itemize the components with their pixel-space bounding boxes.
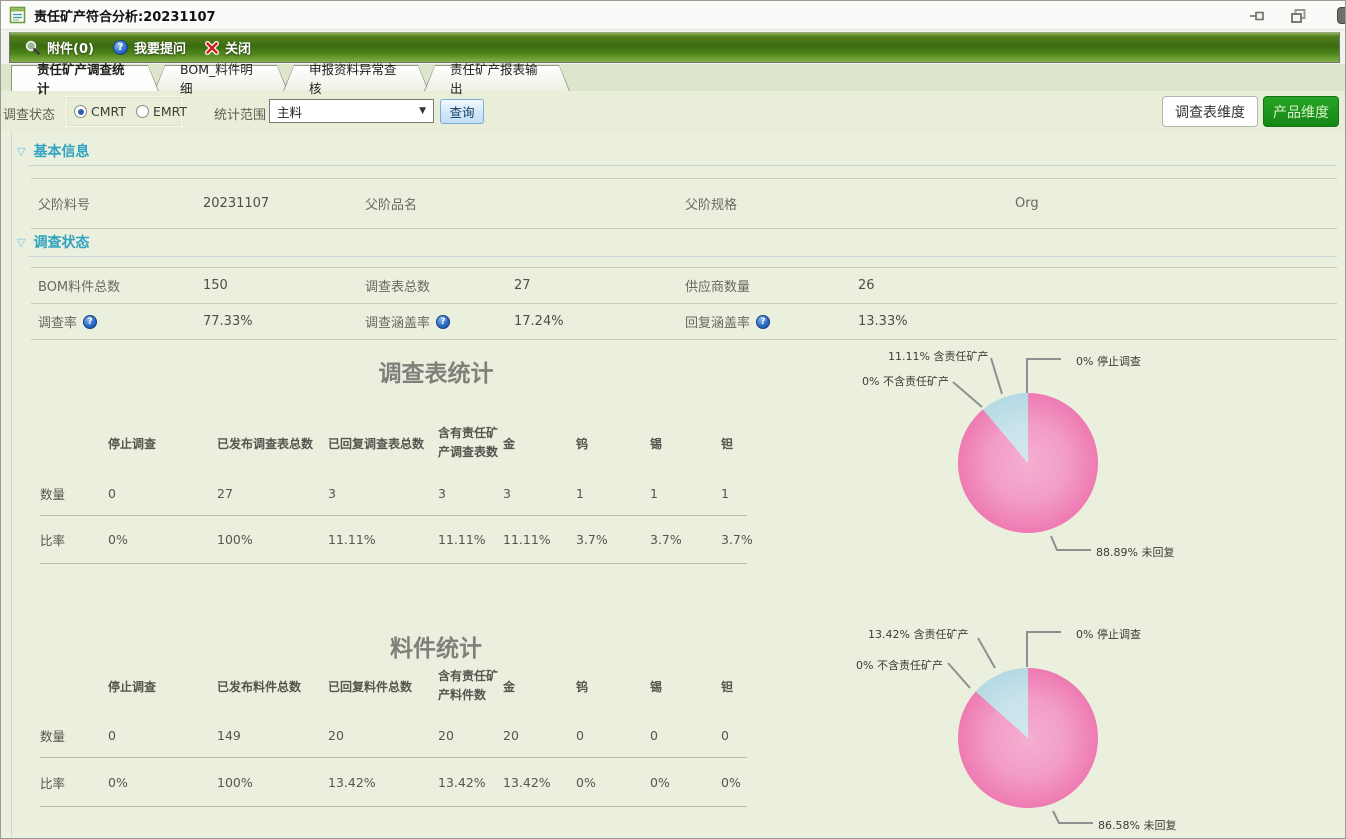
close-x-icon xyxy=(205,41,219,55)
pie-label-not-contain: 0% 不含责任矿产 xyxy=(856,657,943,673)
parent-pn-label: 父阶料号 xyxy=(38,194,203,213)
material-table: 停止调查 已发布料件总数 已回复料件总数 含有责任矿产料件数 金 钨 锡 钽 数… xyxy=(40,658,747,807)
table-row: 比率 0% 100% 13.42% 13.42% 13.42% 0% 0% 0% xyxy=(40,758,747,807)
scope-label: 统计范围 xyxy=(214,104,266,123)
magnifier-icon xyxy=(25,40,41,56)
help-icon[interactable]: ? xyxy=(83,315,97,329)
chevron-down-icon: ▼ xyxy=(419,106,426,116)
pie-label-not-contain: 0% 不含责任矿产 xyxy=(862,373,949,389)
org-label: Org xyxy=(1015,196,1337,211)
pie-chart-svg xyxy=(856,619,1341,838)
radio-dot-cmrt xyxy=(74,105,87,118)
tab-bar: 责任矿产调查统计 BOM_料件明细 申报资料异常查核 责任矿产报表输出 xyxy=(1,64,1345,91)
pie-label-stopped: 0% 停止调查 xyxy=(1076,353,1141,369)
tab-report-output[interactable]: 责任矿产报表输出 xyxy=(424,65,570,91)
divider xyxy=(29,256,1337,257)
status-radio-group: CMRT EMRT xyxy=(66,96,182,127)
survey-pie-chart: 11.11% 含责任矿产 0% 不含责任矿产 0% 停止调查 88.89% 未回… xyxy=(856,346,1341,576)
titlebar: 责任矿产符合分析:20231107 xyxy=(1,1,1345,30)
pin-icon xyxy=(1250,10,1266,22)
window-title: 责任矿产符合分析:20231107 xyxy=(34,6,216,25)
close-window-button[interactable] xyxy=(1337,7,1346,24)
collapse-arrow-icon[interactable]: ▽ xyxy=(17,145,25,158)
table-row: 数量 0 27 3 3 3 1 1 1 xyxy=(40,472,747,516)
restore-icon xyxy=(1291,9,1306,23)
window-controls xyxy=(1247,1,1345,30)
product-dimension-button[interactable]: 产品维度 xyxy=(1263,96,1339,127)
pie-label-contain: 11.11% 含责任矿产 xyxy=(888,348,988,364)
survey-dimension-button[interactable]: 调查表维度 xyxy=(1162,96,1258,127)
table-row: 数量 0 149 20 20 20 0 0 0 xyxy=(40,714,747,758)
tab-survey-statistics[interactable]: 责任矿产调查统计 xyxy=(11,65,159,91)
section-basic-info-header: ▽ 基本信息 xyxy=(17,141,89,161)
main-content: ▽ 基本信息 父阶料号 20231107 父阶品名 父阶规格 Org ▽ 调查状… xyxy=(1,132,1345,838)
parent-name-label: 父阶品名 xyxy=(365,194,514,213)
radio-dot-emrt xyxy=(136,105,149,118)
radio-emrt[interactable]: EMRT xyxy=(136,104,187,119)
app-window: 责任矿产符合分析:20231107 xyxy=(0,0,1346,839)
survey-table: 停止调查 已发布调查表总数 已回复调查表总数 含有责任矿产调查表数 金 钨 锡 … xyxy=(40,414,747,564)
material-table-header: 停止调查 已发布料件总数 已回复料件总数 含有责任矿产料件数 金 钨 锡 钽 xyxy=(40,658,747,714)
radio-cmrt[interactable]: CMRT xyxy=(74,104,126,119)
parent-pn-value: 20231107 xyxy=(203,196,365,211)
status-label: 调查状态 xyxy=(3,104,55,123)
survey-table-title: 调查表统计 xyxy=(251,354,621,388)
table-row: 比率 0% 100% 11.11% 11.11% 11.11% 3.7% 3.7… xyxy=(40,516,747,564)
section-survey-status-header: ▽ 调查状态 xyxy=(17,232,89,252)
parent-spec-label: 父阶规格 xyxy=(685,194,858,213)
section-title: 调查状态 xyxy=(33,232,89,252)
restore-window-button[interactable] xyxy=(1287,7,1309,25)
pie-label-no-reply: 86.58% 未回复 xyxy=(1098,817,1176,833)
stats-row-rates: 调查率? 77.33% 调查涵盖率? 17.24% 回复涵盖率? 13.33% xyxy=(31,304,1337,340)
divider xyxy=(29,165,1337,166)
tab-bom-detail[interactable]: BOM_料件明细 xyxy=(154,65,288,91)
material-pie-chart: 13.42% 含责任矿产 0% 不含责任矿产 0% 停止调查 86.58% 未回… xyxy=(856,619,1341,838)
pin-window-button[interactable] xyxy=(1247,7,1269,25)
tab-declaration-anomaly-check[interactable]: 申报资料异常查核 xyxy=(283,65,429,91)
ask-question-button[interactable]: ? 我要提问 xyxy=(113,38,186,57)
pie-label-no-reply: 88.89% 未回复 xyxy=(1096,544,1174,560)
query-button[interactable]: 查询 xyxy=(440,99,484,124)
stats-row-counts: BOM料件总数 150 调查表总数 27 供应商数量 26 xyxy=(31,268,1337,304)
query-bar: 调查状态 CMRT EMRT 统计范围 主料 ▼ 查询 调查表维度 产品维度 xyxy=(1,91,1345,132)
help-icon[interactable]: ? xyxy=(756,315,770,329)
section-title: 基本信息 xyxy=(33,141,89,161)
collapse-arrow-icon[interactable]: ▽ xyxy=(17,236,25,249)
pie-label-contain: 13.42% 含责任矿产 xyxy=(868,626,968,642)
close-button[interactable]: 关闭 xyxy=(205,38,251,57)
document-icon xyxy=(9,6,27,24)
scope-select[interactable]: 主料 ▼ xyxy=(269,99,434,123)
left-frame-line xyxy=(11,132,12,838)
survey-table-header: 停止调查 已发布调查表总数 已回复调查表总数 含有责任矿产调查表数 金 钨 锡 … xyxy=(40,414,747,472)
basic-info-row: 父阶料号 20231107 父阶品名 父阶规格 Org xyxy=(31,178,1337,229)
survey-status-stats: BOM料件总数 150 调查表总数 27 供应商数量 26 调查率? 77.33… xyxy=(31,267,1337,340)
question-icon: ? xyxy=(113,40,128,55)
pie-label-stopped: 0% 停止调查 xyxy=(1076,626,1141,642)
help-icon[interactable]: ? xyxy=(436,315,450,329)
attachments-button[interactable]: 附件(0) xyxy=(25,38,94,57)
